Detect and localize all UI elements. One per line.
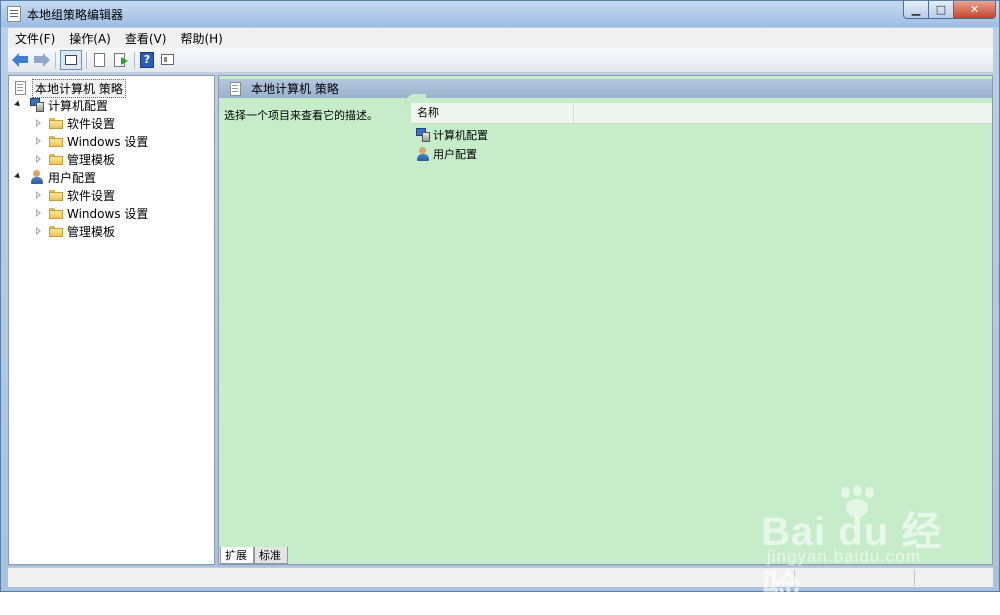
tree-item-user-config[interactable]: 用户配置 — [15, 168, 96, 186]
tree-item-windows-settings[interactable]: Windows 设置 — [35, 204, 148, 222]
minimize-button[interactable]: ▁ — [903, 1, 929, 19]
tree-item-label: 软件设置 — [67, 188, 116, 203]
forward-arrow-icon[interactable] — [32, 52, 50, 68]
help-icon[interactable]: ? — [140, 52, 154, 68]
view-tabs: 扩展 标准 — [218, 547, 993, 565]
column-header-name[interactable]: 名称 — [411, 103, 574, 123]
view-icon[interactable] — [159, 52, 177, 68]
list-item-label: 计算机配置 — [433, 129, 488, 142]
list-item-label: 用户配置 — [433, 148, 477, 161]
tree-item-label: 管理模板 — [67, 152, 116, 167]
user-config-icon — [29, 169, 45, 185]
expanded-arrow-icon[interactable] — [15, 101, 23, 109]
tree-item-label: Windows 设置 — [67, 206, 149, 221]
tree-item-admin-templates[interactable]: 管理模板 — [35, 150, 115, 168]
tree-item-label: 管理模板 — [67, 224, 116, 239]
collapsed-arrow-icon[interactable] — [35, 227, 43, 235]
title-bar[interactable]: 本地组策略编辑器 ▁ □ ✕ — [1, 1, 999, 27]
export-list-icon[interactable] — [112, 52, 130, 68]
show-hide-tree-icon[interactable] — [60, 50, 82, 70]
folder-icon — [48, 187, 64, 203]
tree-item-windows-settings[interactable]: Windows 设置 — [35, 132, 148, 150]
maximize-icon: □ — [935, 3, 947, 16]
menu-help[interactable]: 帮助(H) — [173, 30, 229, 47]
column-header: 名称 — [411, 103, 992, 124]
maximize-button[interactable]: □ — [928, 1, 954, 19]
folder-icon — [48, 205, 64, 221]
status-divider — [794, 570, 795, 586]
menu-bar: 文件(F) 操作(A) 查看(V) 帮助(H) — [8, 28, 993, 48]
tab-extended[interactable]: 扩展 — [220, 547, 254, 564]
collapsed-arrow-icon[interactable] — [35, 209, 43, 217]
tree-pane[interactable]: 本地计算机 策略 计算机配置 软件设置 Windows 设置 管理模板 用户配置 — [8, 75, 215, 565]
content-header: 本地计算机 策略 — [219, 79, 992, 98]
back-arrow-icon[interactable] — [12, 52, 30, 68]
close-button[interactable]: ✕ — [953, 1, 996, 19]
status-divider — [914, 570, 915, 586]
tree-item-computer-config[interactable]: 计算机配置 — [15, 96, 108, 114]
menu-file[interactable]: 文件(F) — [8, 30, 62, 47]
menu-view[interactable]: 查看(V) — [118, 30, 174, 47]
computer-config-icon — [415, 127, 431, 143]
collapsed-arrow-icon[interactable] — [35, 155, 43, 163]
list-item-computer-config[interactable]: 计算机配置 — [415, 126, 488, 144]
close-icon: ✕ — [969, 3, 980, 16]
expanded-arrow-icon[interactable] — [15, 173, 23, 181]
toolbar: ? — [8, 48, 993, 73]
tree-item-admin-templates[interactable]: 管理模板 — [35, 222, 115, 240]
main-window: 本地组策略编辑器 ▁ □ ✕ 文件(F) 操作(A) 查看(V) 帮助(H) ?… — [0, 0, 1000, 612]
toolbar-separator — [86, 52, 87, 69]
tab-standard[interactable]: 标准 — [254, 547, 288, 564]
status-bar — [8, 567, 993, 587]
tree-item-software-settings[interactable]: 软件设置 — [35, 186, 115, 204]
folder-icon — [48, 151, 64, 167]
tree-item-label: 用户配置 — [48, 170, 97, 185]
policy-doc-icon — [228, 81, 244, 97]
minimize-icon: ▁ — [911, 3, 921, 16]
collapsed-arrow-icon[interactable] — [35, 191, 43, 199]
toolbar-separator — [55, 52, 56, 69]
tree-item-label: 本地计算机 策略 — [32, 78, 126, 98]
policy-editor-icon — [7, 6, 21, 22]
policy-doc-icon — [13, 80, 29, 96]
user-config-icon — [415, 146, 431, 162]
folder-icon — [48, 115, 64, 131]
folder-icon — [48, 133, 64, 149]
window-title: 本地组策略编辑器 — [27, 8, 124, 22]
list-item-user-config[interactable]: 用户配置 — [415, 145, 477, 163]
content-header-title: 本地计算机 策略 — [251, 82, 339, 96]
toolbar-separator — [134, 52, 135, 69]
folder-icon — [48, 223, 64, 239]
collapsed-arrow-icon[interactable] — [35, 137, 43, 145]
properties-icon[interactable] — [91, 52, 109, 68]
tree-item-software-settings[interactable]: 软件设置 — [35, 114, 115, 132]
computer-config-icon — [29, 97, 45, 113]
tree-item-label: 计算机配置 — [48, 98, 109, 113]
description-text: 选择一个项目来查看它的描述。 — [224, 109, 378, 122]
tree-item-label: 软件设置 — [67, 116, 116, 131]
content-pane: 本地计算机 策略 选择一个项目来查看它的描述。 名称 计算机配置 用户配置 — [218, 75, 993, 565]
menu-action[interactable]: 操作(A) — [62, 30, 118, 47]
collapsed-arrow-icon[interactable] — [35, 119, 43, 127]
tree-item-local-computer-policy[interactable]: 本地计算机 策略 — [13, 78, 126, 98]
tree-item-label: Windows 设置 — [67, 134, 149, 149]
